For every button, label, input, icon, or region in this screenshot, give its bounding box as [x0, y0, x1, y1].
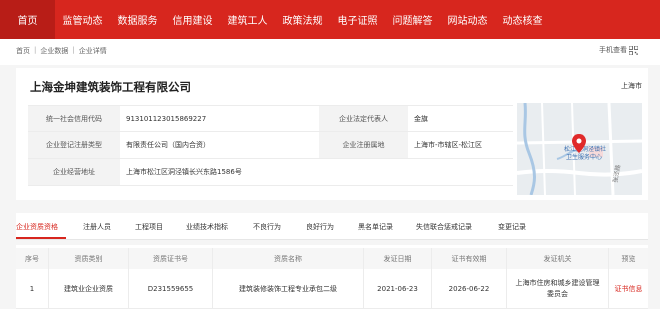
- col-issuer: 发证机关: [507, 248, 609, 269]
- col-preview: 预览: [621, 254, 636, 263]
- map-poi-label-line2: 卫生服务中心: [566, 153, 602, 161]
- breadcrumb-bar: 首页 | 企业数据 | 企业详情 手机查看: [0, 39, 660, 65]
- credit-code-value: 913101123015869227: [126, 114, 207, 123]
- mobile-view-button[interactable]: 手机查看: [599, 45, 638, 55]
- map-poi-label: 松江区洞泾镇社: [564, 145, 606, 153]
- nav-verify[interactable]: 动态核查: [495, 0, 550, 39]
- reg-type-value: 有限责任公司（国内合资）: [126, 141, 210, 149]
- active-tab-indicator: [16, 237, 66, 239]
- reg-area-value: 上海市-市辖区-松江区: [414, 141, 483, 149]
- reg-area-label: 企业注册属地: [319, 132, 408, 158]
- address-value: 上海市松江区洞泾镇长兴东路1586号: [126, 168, 242, 176]
- breadcrumb-enterprise-data[interactable]: 企业数据: [40, 46, 68, 56]
- tab-bad-behavior[interactable]: 不良行为: [253, 222, 281, 232]
- breadcrumb-separator: |: [72, 46, 75, 54]
- tab-performance[interactable]: 业绩技术指标: [186, 222, 228, 232]
- col-qual-name: 资质名称: [213, 248, 364, 269]
- table-row: 1 建筑业企业资质 D231559655 建筑装修装饰工程专业承包二级 2021…: [16, 269, 648, 309]
- cell-cert-no: D231559655: [129, 269, 213, 308]
- info-row: 统一社会信用代码 913101123015869227 企业法定代表人 金旗: [28, 105, 513, 132]
- col-index: 序号: [16, 248, 49, 269]
- cell-category: 建筑业企业资质: [49, 269, 129, 308]
- tab-dishonest-records[interactable]: 失信联合惩戒记录: [416, 222, 472, 232]
- company-region: 上海市: [621, 82, 642, 90]
- table-header: 序号 资质类别 资质证书号 资质名称 发证日期 证书有效期 发证机关 预览: [16, 248, 648, 269]
- nav-home[interactable]: 首页: [0, 0, 55, 39]
- legal-rep-value: 金旗: [414, 114, 428, 123]
- tab-registered-staff[interactable]: 注册人员: [83, 222, 111, 232]
- top-nav: 首页 监管动态 数据服务 信用建设 建筑工人 政策法规 电子证照 问题解答 网站…: [0, 0, 660, 39]
- cell-issuer: 上海市住房和城乡建设管理委员会: [507, 269, 609, 308]
- company-card: 上海金坤建筑装饰工程有限公司 上海市 统一社会信用代码 913101123015…: [16, 68, 648, 200]
- cert-info-link[interactable]: 证书信息: [609, 269, 648, 308]
- nav-e-license[interactable]: 电子证照: [330, 0, 385, 39]
- address-label: 企业经营地址: [28, 159, 120, 185]
- legal-rep-label: 企业法定代表人: [319, 106, 408, 131]
- map-canvas: 张泾路 松江区洞泾镇社 卫生服务中心: [517, 103, 642, 195]
- col-category: 资质类别: [49, 248, 129, 269]
- breadcrumb-detail: 企业详情: [78, 47, 107, 55]
- info-row: 企业经营地址 上海市松江区洞泾镇长兴东路1586号: [28, 159, 513, 186]
- col-issue-date: 发证日期: [364, 248, 432, 269]
- cell-issue-date: 2021-06-23: [364, 269, 432, 308]
- breadcrumb: 首页 | 企业数据 | 企业详情: [16, 46, 107, 56]
- tab-projects[interactable]: 工程项目: [135, 222, 163, 232]
- nav-faq[interactable]: 问题解答: [385, 0, 440, 39]
- col-expiry: 证书有效期: [432, 248, 507, 269]
- nav-workers[interactable]: 建筑工人: [220, 0, 275, 39]
- breadcrumb-separator: |: [34, 46, 37, 54]
- qualification-table: 序号 资质类别 资质证书号 资质名称 发证日期 证书有效期 发证机关 预览 1 …: [16, 245, 648, 309]
- tab-good-behavior[interactable]: 良好行为: [306, 222, 334, 232]
- info-row: 企业登记注册类型 有限责任公司（国内合资） 企业注册属地 上海市-市辖区-松江区: [28, 132, 513, 159]
- nav-policy[interactable]: 政策法规: [275, 0, 330, 39]
- tab-change-records[interactable]: 变更记录: [498, 222, 526, 232]
- detail-tabs: 企业资质资格 注册人员 工程项目 业绩技术指标 不良行为 良好行为 黑名单记录 …: [16, 213, 648, 240]
- reg-type-label: 企业登记注册类型: [28, 132, 120, 158]
- nav-regulatory[interactable]: 监管动态: [55, 0, 110, 39]
- company-info-table: 统一社会信用代码 913101123015869227 企业法定代表人 金旗 企…: [28, 105, 513, 186]
- breadcrumb-home[interactable]: 首页: [16, 46, 30, 56]
- cell-expiry: 2026-06-22: [432, 269, 507, 308]
- location-map[interactable]: 张泾路 松江区洞泾镇社 卫生服务中心: [517, 103, 642, 195]
- nav-site-news[interactable]: 网站动态: [440, 0, 495, 39]
- tab-blacklist[interactable]: 黑名单记录: [358, 222, 393, 232]
- nav-credit[interactable]: 信用建设: [165, 0, 220, 39]
- mobile-view-label: 手机查看: [599, 46, 627, 54]
- cell-index: 1: [16, 269, 49, 308]
- nav-data-service[interactable]: 数据服务: [110, 0, 165, 39]
- col-cert-no: 资质证书号: [129, 248, 213, 269]
- qrcode-icon: [629, 45, 638, 55]
- tab-qualifications[interactable]: 企业资质资格: [16, 222, 58, 232]
- company-name: 上海金坤建筑装饰工程有限公司: [30, 80, 191, 94]
- cell-qual-name: 建筑装修装饰工程专业承包二级: [213, 269, 364, 308]
- credit-code-label: 统一社会信用代码: [28, 106, 120, 131]
